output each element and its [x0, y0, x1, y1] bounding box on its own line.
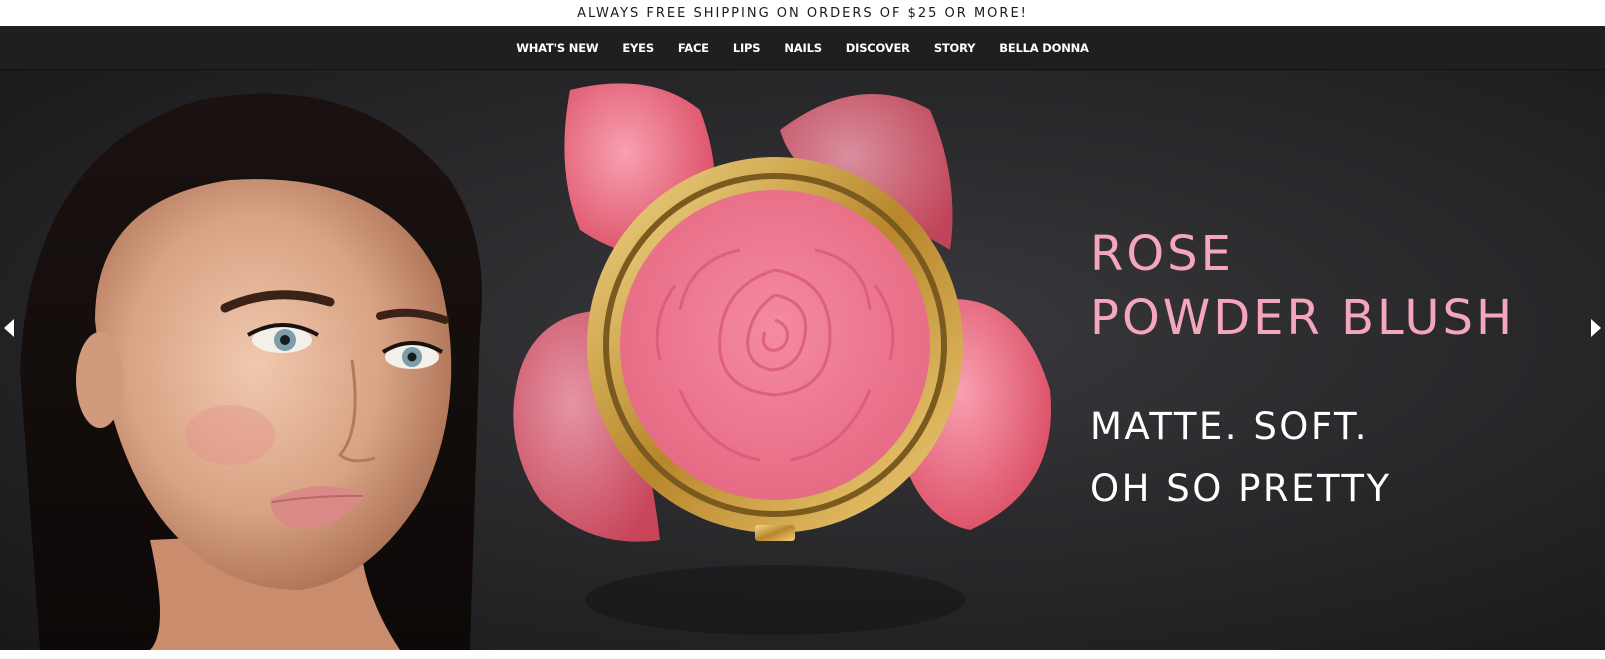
nav-item-face[interactable]: FACE [666, 41, 721, 55]
nav-item-eyes[interactable]: EYES [610, 41, 666, 55]
headline-line-2: POWDER BLUSH [1090, 290, 1516, 346]
promo-bar: ALWAYS FREE SHIPPING ON ORDERS OF $25 OR… [0, 0, 1605, 26]
hero-banner[interactable]: ROSE POWDER BLUSH MATTE. SOFT. OH SO PRE… [0, 70, 1605, 650]
tagline-line-2: OH SO PRETTY [1090, 467, 1392, 510]
hero-bottom-strip [0, 650, 1605, 659]
nav-list: WHAT'S NEW EYES FACE LIPS NAILS DISCOVER… [504, 41, 1101, 55]
carousel-prev-button[interactable] [2, 317, 16, 339]
nav-item-bella-donna[interactable]: BELLA DONNA [987, 41, 1100, 55]
main-nav: WHAT'S NEW EYES FACE LIPS NAILS DISCOVER… [0, 26, 1605, 70]
promo-text: ALWAYS FREE SHIPPING ON ORDERS OF $25 OR… [577, 5, 1028, 21]
chevron-left-icon [4, 319, 14, 337]
hero-headline: ROSE POWDER BLUSH [1090, 222, 1515, 350]
headline-line-1: ROSE [1090, 226, 1234, 282]
nav-item-whats-new[interactable]: WHAT'S NEW [504, 41, 610, 55]
model-image [20, 93, 482, 650]
hero-tagline: MATTE. SOFT. OH SO PRETTY [1090, 396, 1392, 520]
nav-item-lips[interactable]: LIPS [721, 41, 773, 55]
chevron-right-icon [1591, 319, 1601, 337]
nav-item-discover[interactable]: DISCOVER [834, 41, 922, 55]
blush-compact-image [513, 83, 1051, 635]
carousel-next-button[interactable] [1589, 317, 1603, 339]
tagline-line-1: MATTE. SOFT. [1090, 405, 1370, 448]
nav-item-nails[interactable]: NAILS [772, 41, 833, 55]
nav-item-story[interactable]: STORY [922, 41, 987, 55]
